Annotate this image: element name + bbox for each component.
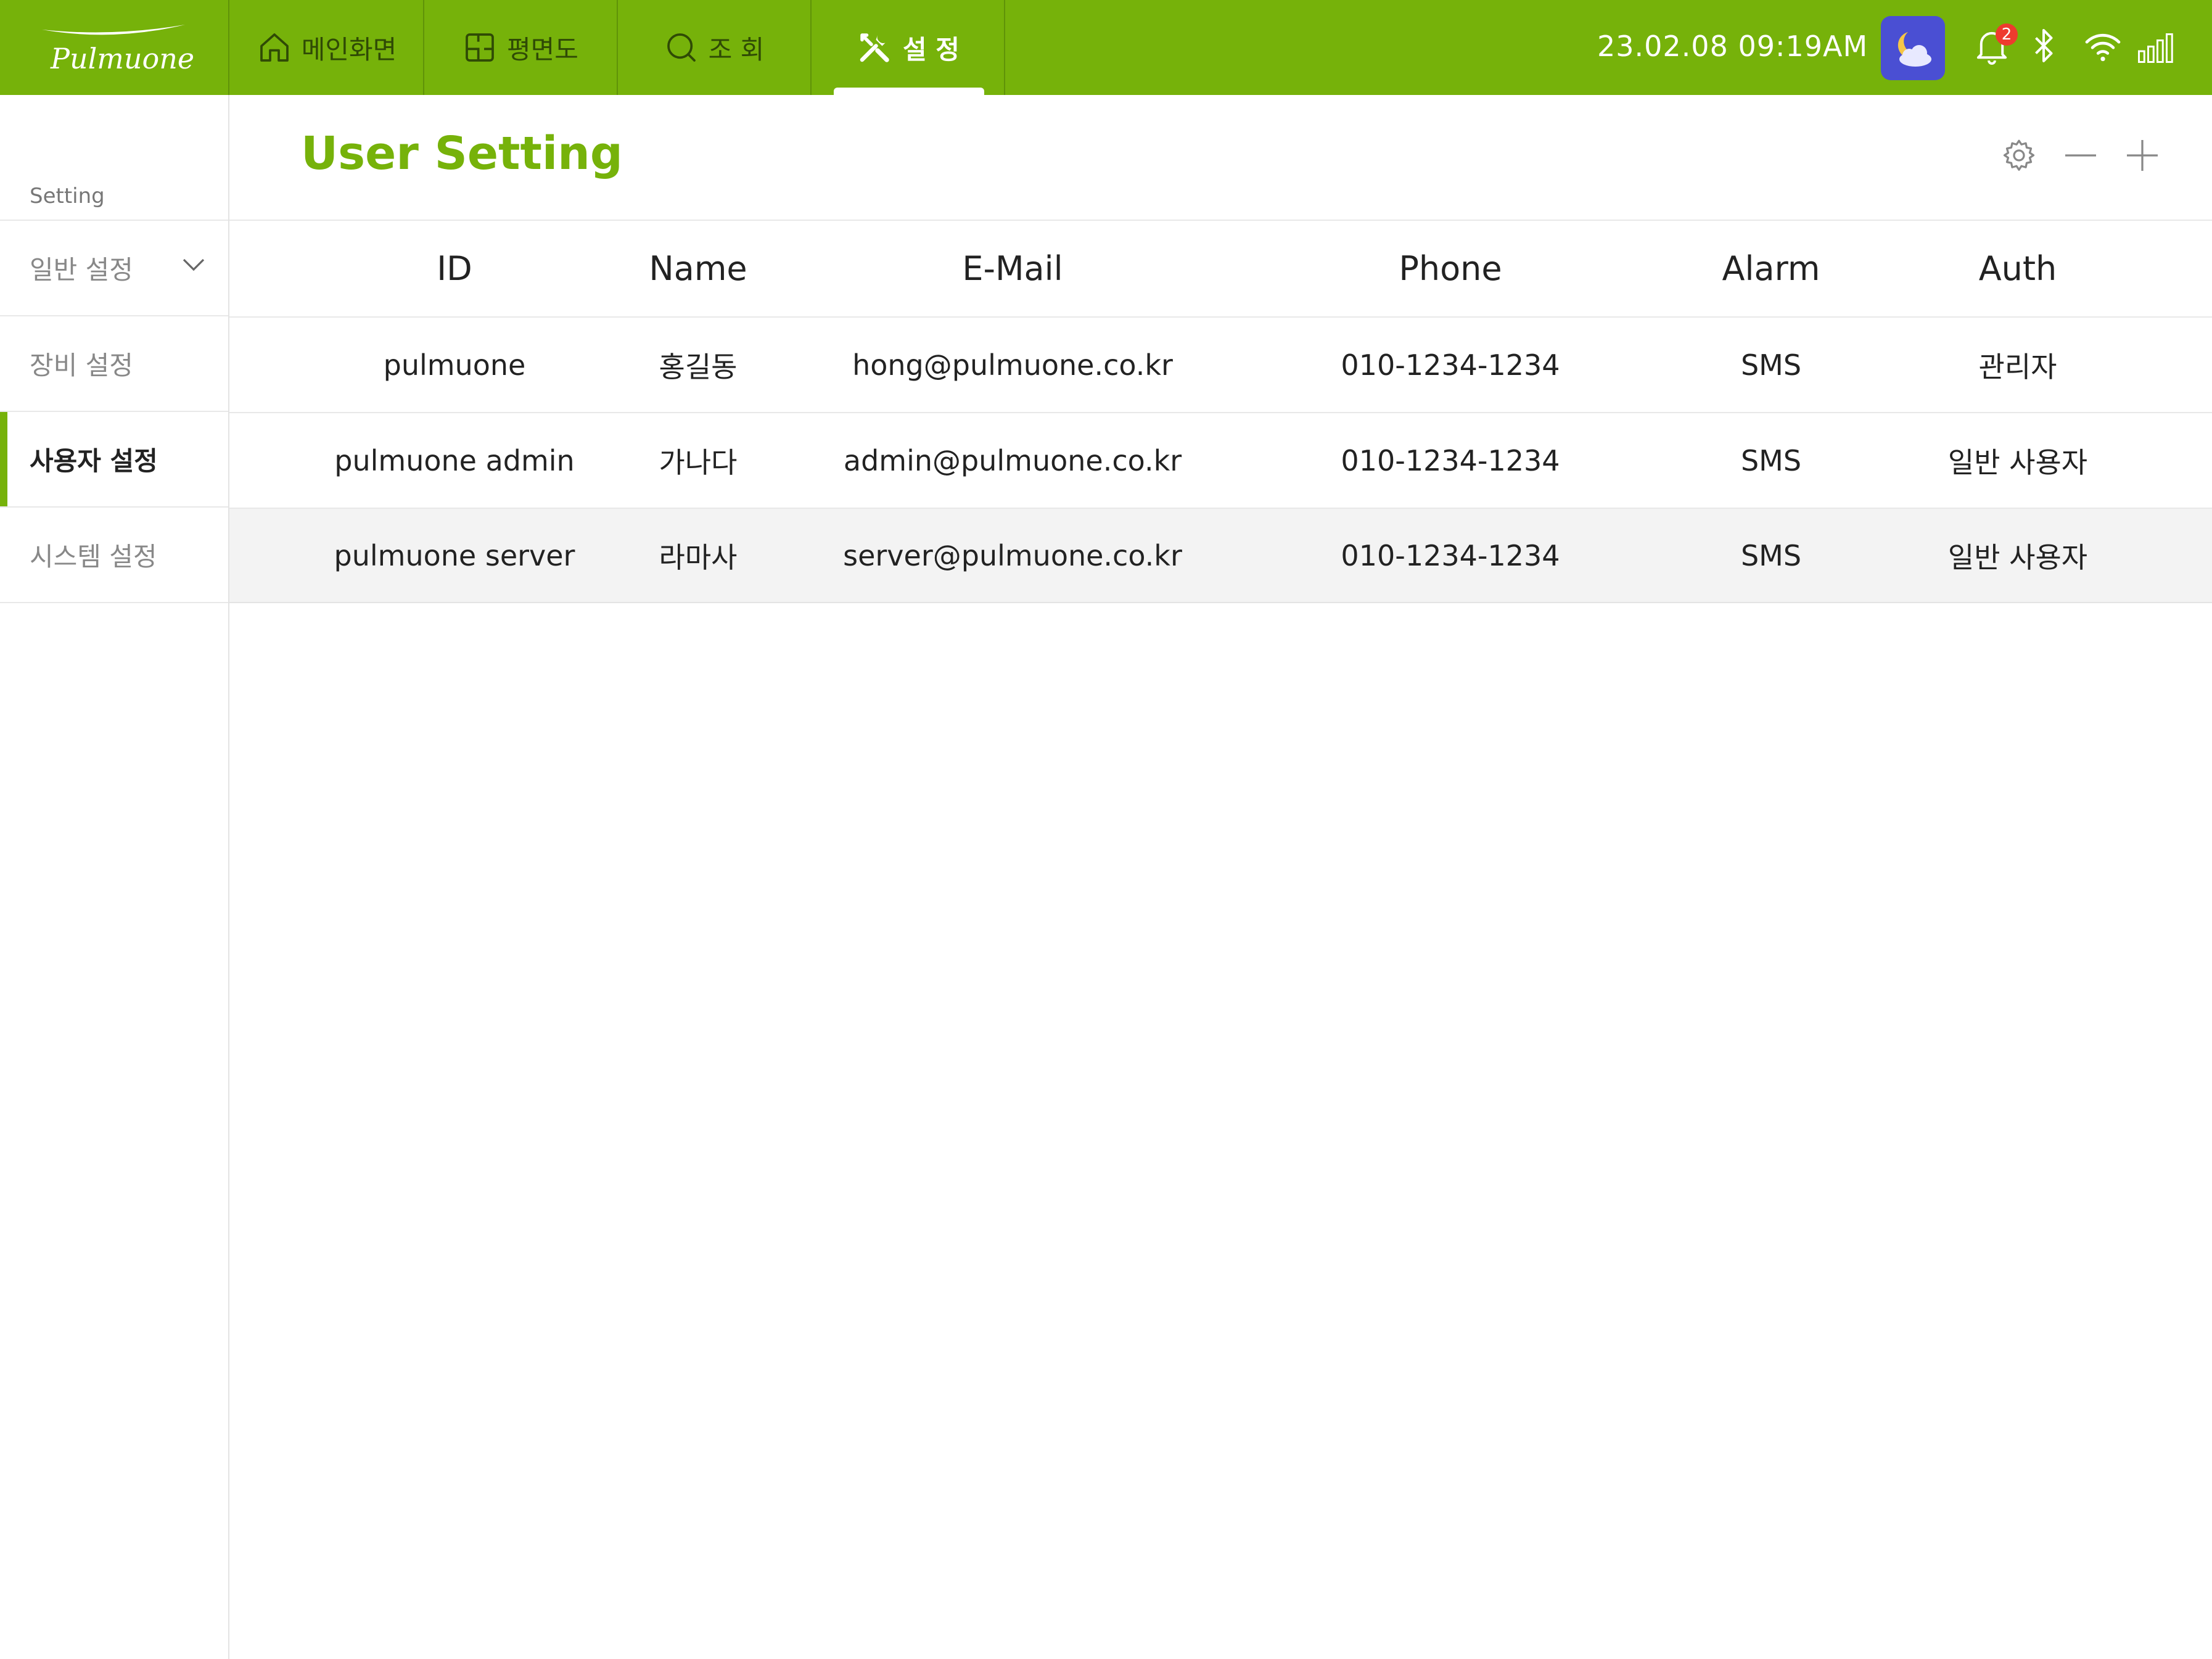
table-header-row: ID Name E-Mail Phone Alarm Auth [229,220,2212,316]
sidebar-item-general[interactable]: 일반 설정 [0,220,228,315]
brand-logo[interactable]: Pulmuone [0,0,229,95]
cell-id: pulmuone [383,348,526,382]
column-header-id[interactable]: ID [328,221,581,316]
weather-button[interactable] [1881,16,1945,80]
cell-phone: 010-1234-1234 [1341,538,1560,572]
table-row[interactable]: pulmuone 홍길동 hong@pulmuone.co.kr 010-123… [229,316,2212,412]
column-header-auth[interactable]: Auth [1894,221,2141,316]
signal-icon [2138,33,2173,63]
plus-icon[interactable] [2124,137,2161,174]
active-tab-indicator [834,88,984,95]
tab-main-label: 메인화면 [301,34,397,65]
sidebar: Setting 일반 설정 장비 설정 사용자 설정 시스템 설정 [0,95,229,1659]
cell-auth: 일반 사용자 [1947,445,2088,479]
cell-auth: 일반 사용자 [1947,540,2088,574]
cell-email: admin@pulmuone.co.kr [843,443,1182,477]
gear-icon[interactable] [2000,137,2037,174]
tab-main[interactable]: 메인화면 [231,0,424,95]
tab-search[interactable]: 조 회 [618,0,812,95]
sidebar-item-label: 일반 설정 [30,255,133,285]
cell-email: hong@pulmuone.co.kr [852,348,1173,382]
column-header-name[interactable]: Name [606,221,791,316]
home-icon [260,33,289,62]
column-header-phone[interactable]: Phone [1265,221,1635,316]
top-bar: Pulmuone 메인화면 평면도 조 회 설 정 23.02.08 09:19… [0,0,2212,95]
chevron-down-icon [183,258,205,271]
sidebar-item-system[interactable]: 시스템 설정 [0,506,228,602]
sidebar-divider [0,602,228,603]
cell-name: 가나다 [659,445,738,479]
wifi-icon [2085,33,2121,62]
sidebar-item-label: 시스템 설정 [30,541,157,572]
tab-search-label: 조 회 [708,34,765,65]
tab-settings[interactable]: 설 정 [812,0,1005,95]
active-item-indicator [0,412,7,506]
cell-auth: 관리자 [1978,350,2057,384]
table-row[interactable]: pulmuone admin 가나다 admin@pulmuone.co.kr … [229,412,2212,508]
moon-cloud-icon [1897,32,1931,67]
tab-settings-label: 설 정 [903,34,960,65]
sidebar-item-label: 사용자 설정 [30,446,158,476]
cell-phone: 010-1234-1234 [1341,443,1560,477]
sidebar-item-device[interactable]: 장비 설정 [0,315,228,411]
cell-alarm: SMS [1740,443,1802,477]
cell-email: server@pulmuone.co.kr [843,538,1182,572]
cell-phone: 010-1234-1234 [1341,348,1560,382]
cell-name: 홍길동 [659,350,738,384]
sidebar-heading: Setting [30,184,105,208]
cell-name: 라마사 [659,540,738,574]
floorplan-icon [466,33,494,62]
tab-floorplan-label: 평면도 [507,34,578,65]
cell-id: pulmuone admin [334,443,575,477]
sidebar-item-label: 장비 설정 [30,350,133,381]
column-header-alarm[interactable]: Alarm [1679,221,1864,316]
cell-alarm: SMS [1740,538,1802,572]
notification-badge: 2 [1996,23,2018,46]
tab-floorplan[interactable]: 평면도 [424,0,618,95]
user-table: ID Name E-Mail Phone Alarm Auth pulmuone… [229,220,2212,603]
brand-name: Pulmuone [51,42,195,75]
column-header-email[interactable]: E-Mail [821,221,1204,316]
tools-icon [860,33,889,62]
sidebar-item-user[interactable]: 사용자 설정 [0,411,228,506]
datetime: 23.02.08 09:19AM [1597,30,1869,63]
search-icon [667,33,696,62]
cell-alarm: SMS [1740,348,1802,382]
bluetooth-icon [2035,29,2053,62]
cell-id: pulmuone server [334,538,575,572]
page-title: User Setting [301,127,623,180]
table-row[interactable]: pulmuone server 라마사 server@pulmuone.co.k… [229,508,2212,603]
minus-icon[interactable] [2062,137,2099,174]
